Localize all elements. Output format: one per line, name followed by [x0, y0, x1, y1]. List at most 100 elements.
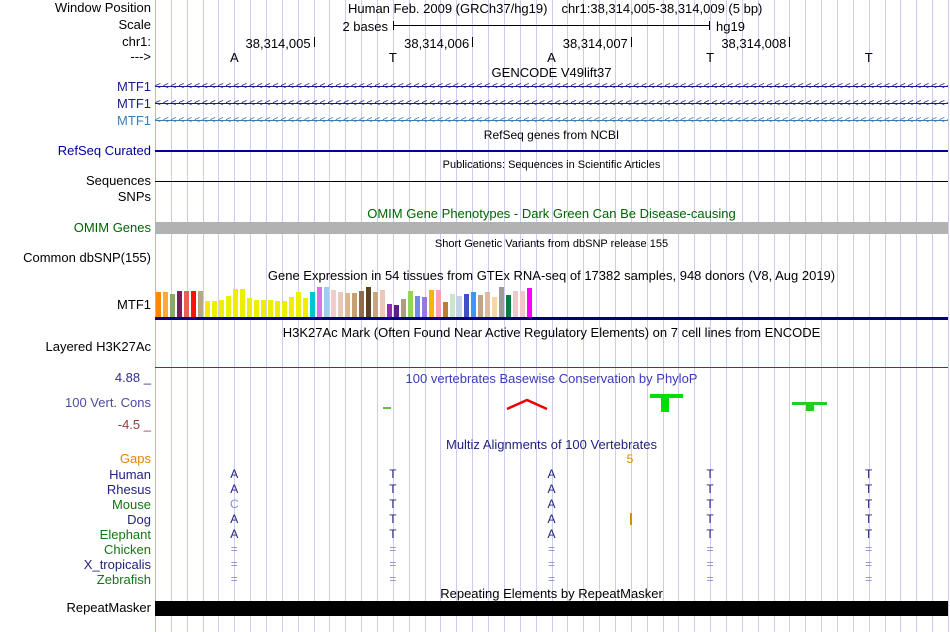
gtex-tissue-bar[interactable] — [380, 290, 385, 318]
gtex-tissue-bar[interactable] — [506, 295, 511, 318]
gtex-tissue-bar[interactable] — [499, 287, 504, 318]
gtex-tissue-bar[interactable] — [401, 299, 406, 318]
gtex-tissue-bar[interactable] — [457, 296, 462, 318]
species-label[interactable]: Dog — [0, 512, 151, 527]
gtex-tissue-bar[interactable] — [163, 292, 168, 318]
species-label[interactable]: Elephant — [0, 527, 151, 542]
gtex-tissue-bar[interactable] — [247, 298, 252, 318]
gene-chevrons-left[interactable]: <<<<<<<<<<<<<<<<<<<<<<<<<<<<<<<<<<<<<<<<… — [155, 114, 948, 127]
gtex-tissue-bar[interactable] — [226, 296, 231, 318]
grid-line — [583, 0, 584, 632]
gtex-tissue-bar[interactable] — [219, 300, 224, 318]
species-label[interactable]: Human — [0, 467, 151, 482]
gtex-tissue-bar[interactable] — [520, 291, 525, 318]
gaps-label[interactable]: Gaps — [0, 452, 151, 465]
gtex-tissue-bar[interactable] — [450, 294, 455, 318]
gtex-tissue-bar[interactable] — [345, 293, 350, 318]
gtex-tissue-bar[interactable] — [415, 296, 420, 318]
assembly-position-header: Human Feb. 2009 (GRCh37/hg19) chr1:38,314… — [348, 1, 762, 16]
gtex-tissue-bar[interactable] — [422, 297, 427, 318]
gtex-tissue-bar[interactable] — [205, 301, 210, 318]
sequences-track-line[interactable] — [155, 181, 948, 182]
gtex-tissue-bar[interactable] — [373, 292, 378, 318]
repeatmasker-label[interactable]: RepeatMasker — [0, 601, 151, 614]
gencode-gene-label[interactable]: MTF1 — [0, 80, 151, 93]
gtex-tissue-bar[interactable] — [268, 300, 273, 318]
species-label[interactable]: X_tropicalis — [0, 557, 151, 572]
coordinate-label: 38,314,005 — [245, 36, 311, 51]
grid-line — [329, 0, 330, 632]
gtex-tissue-bar[interactable] — [366, 287, 371, 318]
gtex-tissue-bar[interactable] — [212, 301, 217, 318]
gtex-tissue-bar[interactable] — [443, 302, 448, 318]
gtex-tissue-bar[interactable] — [359, 291, 364, 318]
gencode-gene-label[interactable]: MTF1 — [0, 114, 151, 127]
gtex-tissue-bar[interactable] — [492, 297, 497, 318]
vertcons-label[interactable]: 100 Vert. Cons — [0, 396, 151, 409]
species-label[interactable]: Zebrafish — [0, 572, 151, 587]
gencode-gene-label[interactable]: MTF1 — [0, 97, 151, 110]
gtex-tissue-bar[interactable] — [184, 291, 189, 318]
gtex-tissue-bar[interactable] — [527, 288, 532, 318]
h3k27ac-label[interactable]: Layered H3K27Ac — [0, 340, 151, 353]
grid-line — [647, 0, 648, 632]
gtex-tissue-bar[interactable] — [303, 298, 308, 318]
gtex-tissue-bar[interactable] — [513, 291, 518, 318]
gtex-tissue-bar[interactable] — [331, 290, 336, 318]
grid-line — [615, 0, 616, 632]
alignment-base: T — [706, 482, 714, 496]
gtex-tissue-bar[interactable] — [471, 292, 476, 318]
gtex-tissue-bar[interactable] — [170, 294, 175, 318]
snps-label[interactable]: SNPs — [0, 190, 151, 203]
gtex-tissue-bar[interactable] — [387, 304, 392, 318]
gtex-tissue-bar[interactable] — [429, 290, 434, 318]
gtex-tissue-bar[interactable] — [289, 297, 294, 318]
gtex-tissue-bar[interactable] — [282, 301, 287, 318]
alignment-base: = — [547, 542, 555, 556]
gtex-tissue-bar[interactable] — [240, 289, 245, 318]
gtex-tissue-bar[interactable] — [338, 292, 343, 318]
alignment-base: T — [389, 467, 397, 481]
gtex-tissue-bar[interactable] — [485, 292, 490, 318]
gtex-tissue-bar[interactable] — [464, 294, 469, 318]
phylop-min-label: -4.5 _ — [117, 417, 151, 432]
h3k27ac-baseline[interactable] — [155, 367, 948, 368]
gtex-tissue-bar[interactable] — [156, 292, 161, 318]
alignment-base: T — [865, 467, 873, 481]
gtex-tissue-bar[interactable] — [310, 292, 315, 318]
grid-line — [678, 0, 679, 632]
gtex-tissue-bar[interactable] — [408, 291, 413, 318]
species-label[interactable]: Chicken — [0, 542, 151, 557]
alignment-base: C — [229, 497, 239, 511]
species-label[interactable]: Mouse — [0, 497, 151, 512]
gene-chevrons-left[interactable]: <<<<<<<<<<<<<<<<<<<<<<<<<<<<<<<<<<<<<<<<… — [155, 80, 948, 93]
alignment-base: = — [865, 557, 873, 571]
gtex-tissue-bar[interactable] — [317, 287, 322, 318]
gtex-tissue-bar[interactable] — [177, 291, 182, 318]
gtex-tissue-bar[interactable] — [436, 290, 441, 318]
gtex-tissue-bar[interactable] — [296, 292, 301, 318]
dbsnp-label[interactable]: Common dbSNP(155) — [0, 251, 151, 264]
gtex-tissue-bar[interactable] — [352, 293, 357, 318]
gtex-tissue-bar[interactable] — [191, 291, 196, 318]
gtex-tissue-bar[interactable] — [324, 287, 329, 318]
gtex-tissue-bar[interactable] — [198, 291, 203, 318]
repeatmasker-bar[interactable] — [155, 601, 948, 616]
gtex-tissue-bar[interactable] — [233, 289, 238, 318]
grid-line — [663, 0, 664, 632]
refseq-curated-label[interactable]: RefSeq Curated — [0, 144, 151, 157]
species-label[interactable]: Rhesus — [0, 482, 151, 497]
refseq-track-line[interactable] — [155, 150, 948, 152]
gtex-gene-label[interactable]: MTF1 — [0, 298, 151, 311]
gtex-tissue-bar[interactable] — [254, 300, 259, 318]
omim-genes-label[interactable]: OMIM Genes — [0, 221, 151, 234]
grid-line — [203, 0, 204, 632]
omim-gray-bar[interactable] — [155, 222, 948, 234]
gtex-tissue-bar[interactable] — [275, 301, 280, 318]
gtex-tissue-bar[interactable] — [478, 295, 483, 318]
sequences-label[interactable]: Sequences — [0, 174, 151, 187]
alignment-base: A — [547, 497, 556, 511]
gene-chevrons-left[interactable]: <<<<<<<<<<<<<<<<<<<<<<<<<<<<<<<<<<<<<<<<… — [155, 97, 948, 110]
gtex-tissue-bar[interactable] — [261, 300, 266, 318]
h3k27ac-title: H3K27Ac Mark (Often Found Near Active Re… — [282, 325, 821, 340]
